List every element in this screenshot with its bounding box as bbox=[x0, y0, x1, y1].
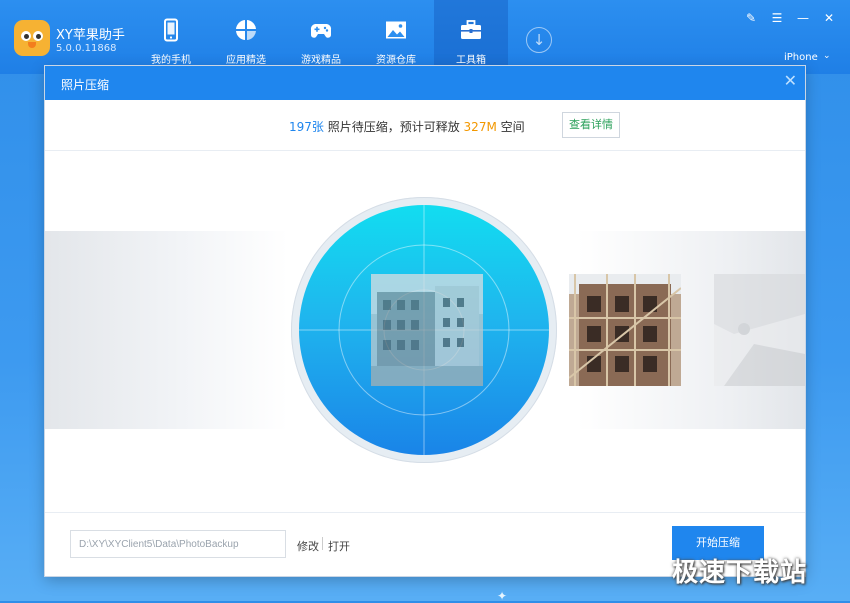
dialog-title: 照片压缩 bbox=[61, 78, 110, 92]
modify-path-link[interactable]: 修改 bbox=[297, 538, 319, 554]
app-logo bbox=[14, 20, 50, 56]
nav-label: 资源仓库 bbox=[376, 55, 416, 66]
photo-compress-dialog: 照片压缩 ✕ 197张 照片待压缩，预计可释放 327M 空间 查看详情 D:\… bbox=[45, 66, 805, 576]
photo-count: 197张 bbox=[289, 120, 324, 134]
phone-icon bbox=[164, 18, 178, 42]
nav-label: 游戏精品 bbox=[301, 55, 341, 66]
summary-middle: 照片待压缩，预计可释放 bbox=[323, 120, 464, 134]
summary-text: 197张 照片待压缩，预计可释放 327M 空间 bbox=[289, 118, 525, 135]
nav-item-games[interactable]: 游戏精品 bbox=[284, 0, 358, 68]
minimize-icon[interactable]: — bbox=[795, 11, 811, 25]
summary-row: 197张 照片待压缩，预计可释放 327M 空间 查看详情 bbox=[45, 100, 805, 151]
nav-item-my-phone[interactable]: 我的手机 bbox=[134, 0, 208, 68]
photo-stage bbox=[45, 151, 805, 511]
link-divider bbox=[322, 537, 323, 550]
picture-icon bbox=[386, 21, 406, 39]
apps-icon bbox=[236, 20, 256, 40]
download-icon[interactable]: ↓ bbox=[526, 27, 552, 53]
device-selector[interactable]: iPhone bbox=[784, 52, 818, 63]
app-name: XY苹果助手 bbox=[56, 28, 125, 43]
backup-path-field[interactable]: D:\XY\XYClient5\Data\PhotoBackup bbox=[70, 530, 286, 558]
logo-beak bbox=[28, 42, 36, 48]
app-version: 5.0.0.11868 bbox=[56, 43, 117, 54]
view-details-button[interactable]: 查看详情 bbox=[562, 112, 620, 138]
gamepad-icon bbox=[310, 24, 332, 38]
menu-icon[interactable]: ☰ bbox=[769, 11, 785, 25]
nav-label: 应用精选 bbox=[226, 55, 266, 66]
space-size: 327M bbox=[463, 120, 497, 134]
toolbox-icon bbox=[461, 20, 481, 39]
dialog-close-icon[interactable]: ✕ bbox=[784, 71, 797, 90]
site-watermark: 极速下载站 bbox=[672, 558, 808, 588]
close-window-icon[interactable]: ✕ bbox=[821, 11, 837, 25]
chevron-down-icon[interactable]: ⌄ bbox=[823, 51, 831, 61]
nav-item-apps[interactable]: 应用精选 bbox=[209, 0, 283, 68]
nav-item-resources[interactable]: 资源仓库 bbox=[359, 0, 433, 68]
open-folder-link[interactable]: 打开 bbox=[328, 538, 350, 554]
skin-icon[interactable]: ✎ bbox=[743, 11, 759, 25]
nav-label: 工具箱 bbox=[456, 55, 486, 66]
logo-eye-right bbox=[33, 31, 43, 41]
queued-photo bbox=[569, 274, 681, 386]
current-photo bbox=[371, 274, 483, 386]
dialog-titlebar: 照片压缩 ✕ bbox=[45, 66, 805, 100]
logo-eye-left bbox=[21, 31, 31, 41]
nav-item-toolbox[interactable]: 工具箱 bbox=[434, 0, 508, 68]
queued-photo bbox=[714, 274, 805, 386]
app-header: XY苹果助手 5.0.0.11868 我的手机 应用精选 游戏精品 资源仓库 工… bbox=[0, 0, 850, 74]
summary-tail: 空间 bbox=[496, 120, 525, 134]
nav-label: 我的手机 bbox=[151, 55, 191, 66]
